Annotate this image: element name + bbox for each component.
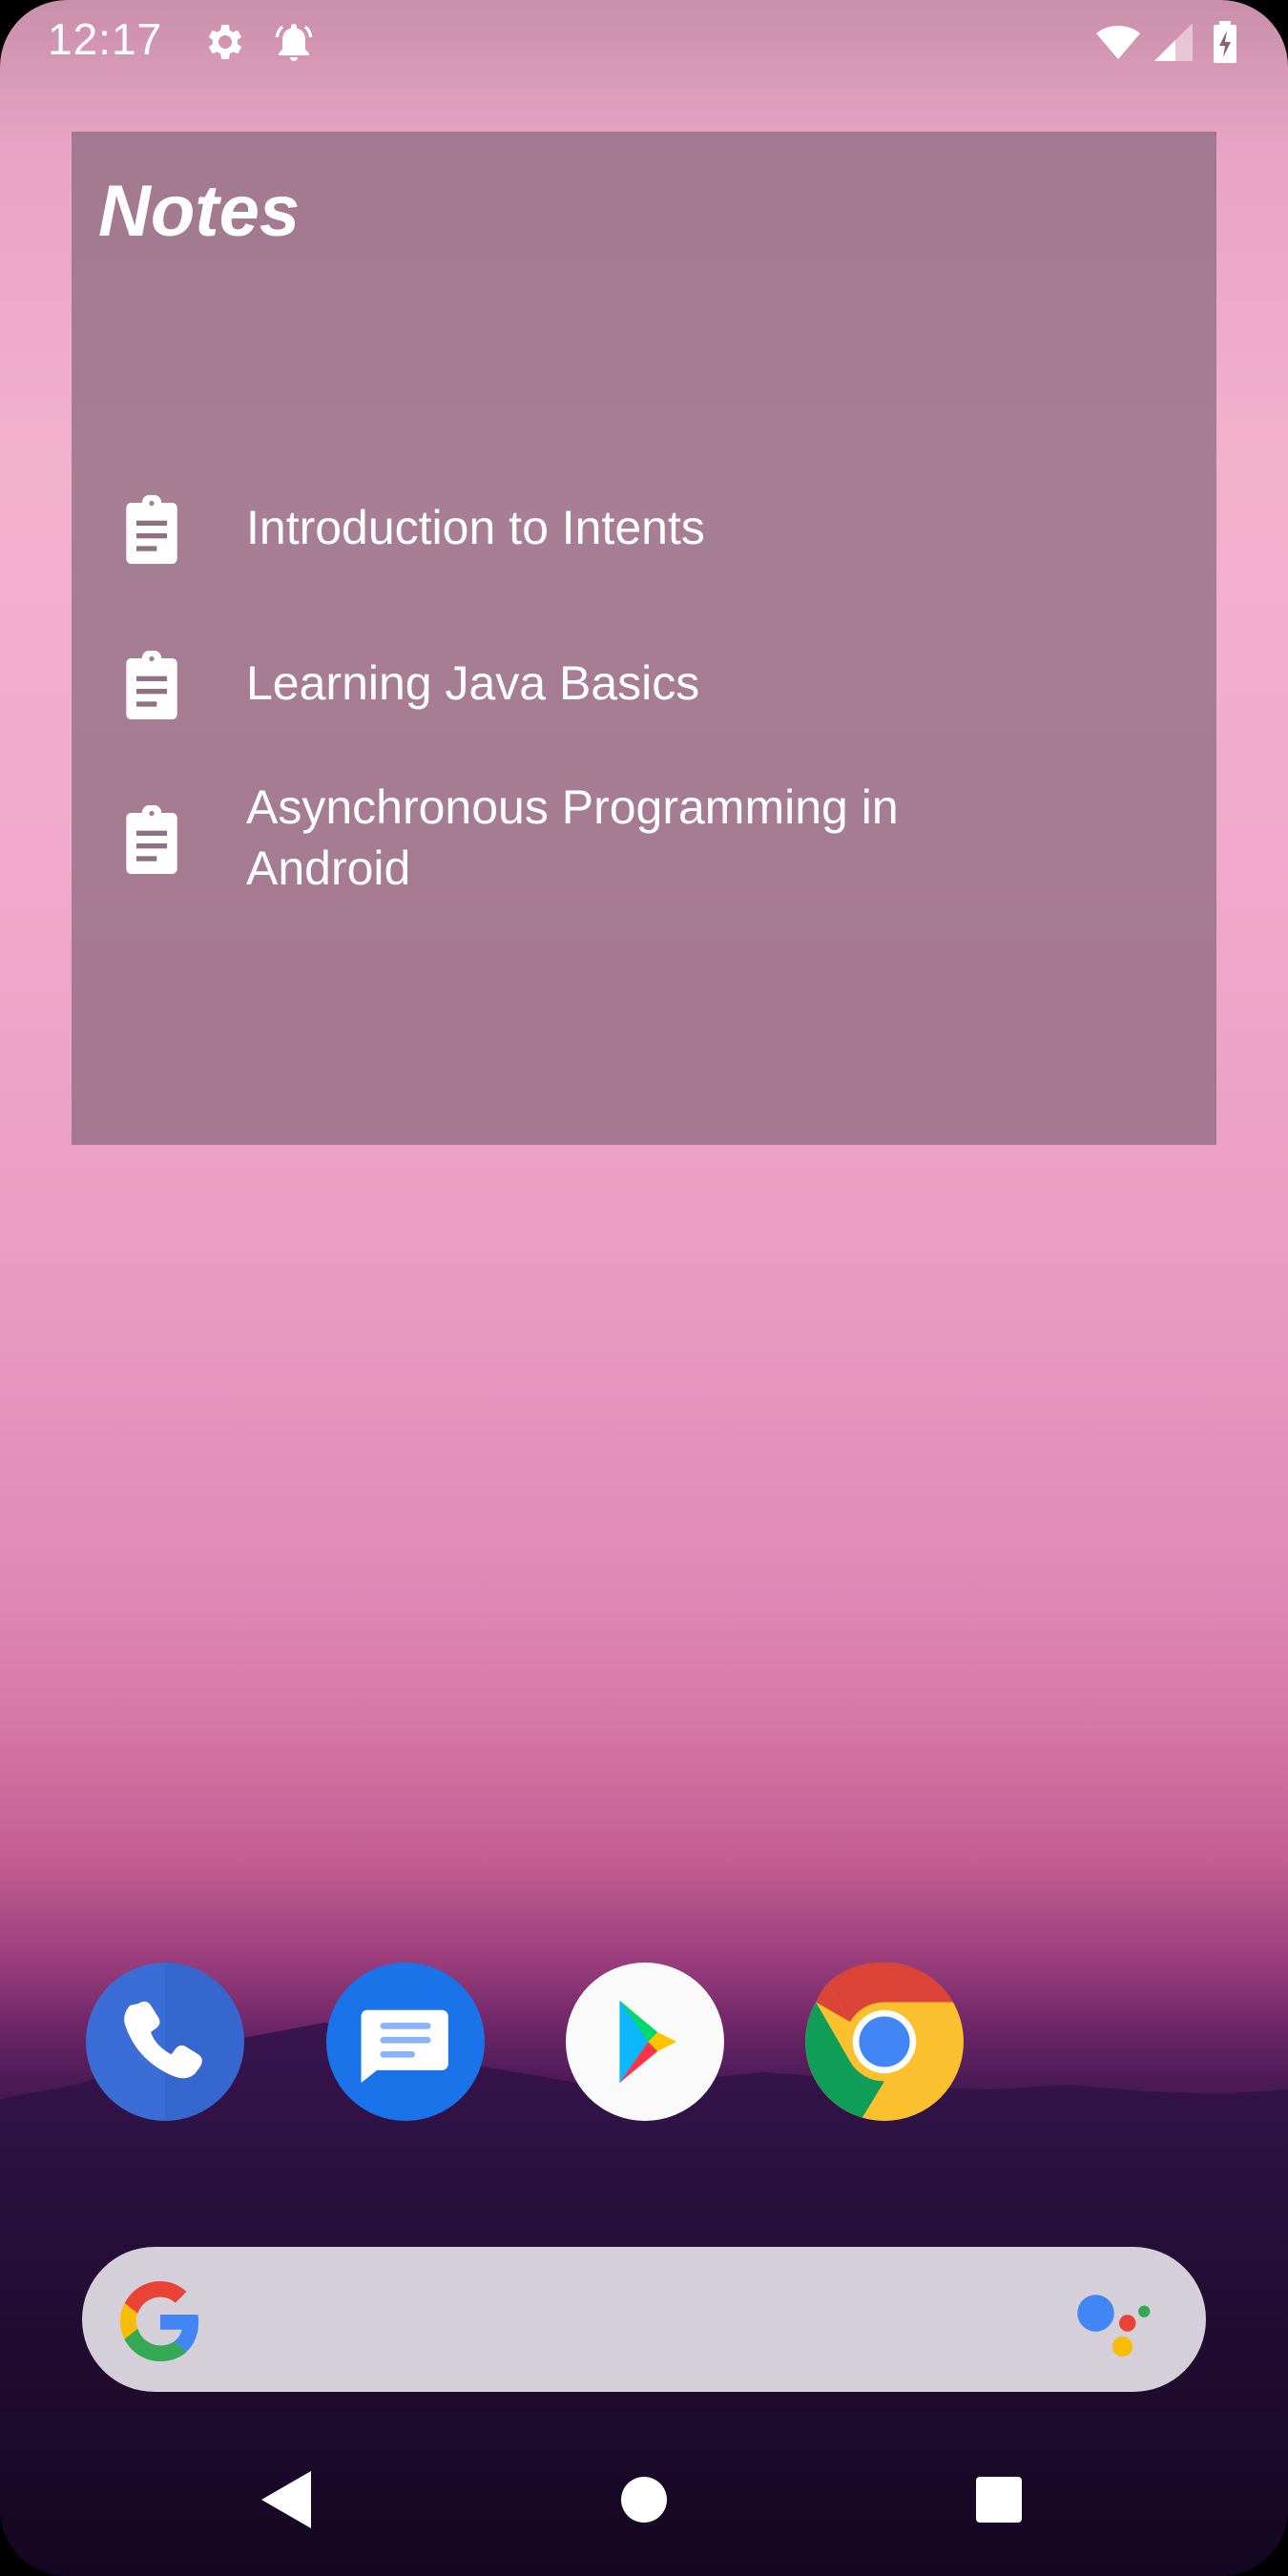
navigation-bar: [0, 2423, 1288, 2576]
status-bar: 12:17: [0, 0, 1288, 82]
messages-app-icon[interactable]: [326, 1963, 485, 2121]
alarm-bell-icon: [275, 24, 313, 61]
phone-app-icon[interactable]: [86, 1963, 244, 2121]
home-circle-icon[interactable]: [606, 2462, 682, 2538]
google-g-icon: [120, 2281, 199, 2361]
clipboard-icon: [126, 805, 177, 874]
note-title: Learning Java Basics: [246, 656, 700, 710]
google-search-bar[interactable]: [82, 2247, 1206, 2392]
chrome-app-icon[interactable]: [805, 1963, 964, 2121]
status-time: 12:17: [48, 14, 163, 64]
note-item[interactable]: Asynchronous Programming in Android: [72, 771, 1216, 943]
clipboard-icon: [126, 495, 177, 564]
recents-square-icon[interactable]: [961, 2462, 1037, 2538]
notes-widget[interactable]: Notes Introduction to Intents Learning J…: [72, 132, 1216, 1145]
note-item[interactable]: Learning Java Basics: [72, 616, 1216, 750]
note-title: Asynchronous Programming in Android: [246, 780, 899, 895]
home-screen: 12:17 Notes Introduction to Intents Lear…: [0, 0, 1288, 2576]
battery-charging-icon: [1214, 21, 1236, 63]
wifi-icon: [1096, 26, 1140, 59]
play-store-app-icon[interactable]: [566, 1963, 724, 2121]
note-title: Introduction to Intents: [246, 501, 705, 554]
note-item[interactable]: Introduction to Intents: [72, 461, 1216, 594]
cell-signal-icon: [1154, 23, 1193, 61]
settings-gear-icon: [208, 25, 242, 59]
clipboard-icon: [126, 651, 177, 719]
back-triangle-icon[interactable]: [246, 2462, 322, 2538]
google-assistant-icon[interactable]: [1072, 2283, 1153, 2363]
phone-icon: [86, 1963, 244, 2121]
chrome-icon: [805, 1963, 964, 2121]
widget-title: Notes: [98, 171, 301, 252]
messages-icon: [326, 1963, 485, 2121]
play-store-icon: [566, 1963, 724, 2121]
